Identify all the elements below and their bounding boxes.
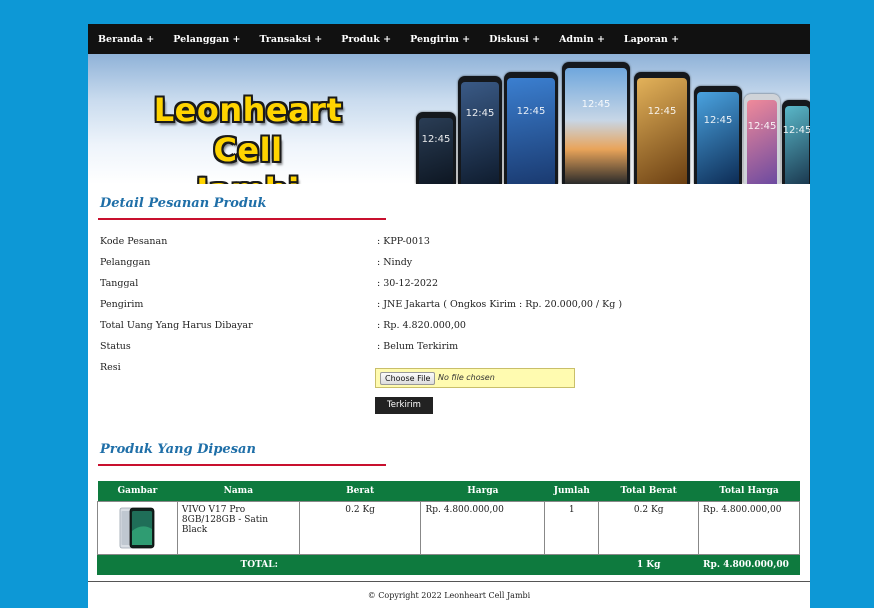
phone-image: 12:45 — [416, 112, 456, 184]
product-quantity: 1 — [544, 501, 600, 555]
detail-label: Status — [100, 341, 131, 352]
header-banner: Leonheart Cell Jambi 12:45 12:45 12:45 1… — [88, 54, 810, 184]
phone-image: 12:45 — [782, 100, 810, 184]
nav-diskusi[interactable]: Diskusi + — [489, 34, 540, 45]
resi-file-input[interactable]: Choose File No file chosen — [375, 368, 575, 388]
phone-thumbnail-icon — [120, 507, 155, 549]
col-harga: Harga — [420, 481, 545, 502]
detail-value: : Belum Terkirim — [377, 341, 459, 352]
products-section: Produk Yang Dipesan Gambar Nama Berat Ha… — [96, 442, 800, 575]
detail-label: Pelanggan — [100, 257, 151, 268]
phone-image: 12:45 — [634, 72, 690, 184]
terkirim-button[interactable]: Terkirim — [375, 397, 433, 414]
store-logo: Leonheart Cell Jambi — [128, 90, 368, 184]
detail-row-total-bayar: Total Uang Yang Harus Dibayar : Rp. 4.82… — [100, 316, 800, 336]
col-total-berat: Total Berat — [598, 481, 699, 502]
detail-row-kode: Kode Pesanan : KPP-0013 — [100, 232, 800, 252]
nav-pelanggan[interactable]: Pelanggan + — [173, 34, 240, 45]
detail-row-status: Status : Belum Terkirim — [100, 337, 800, 357]
nav-pengirim[interactable]: Pengirim + — [410, 34, 470, 45]
detail-row-pengirim: Pengirim : JNE Jakarta ( Ongkos Kirim : … — [100, 295, 800, 315]
detail-heading: Detail Pesanan Produk — [100, 196, 267, 211]
top-nav: Beranda + Pelanggan + Transaksi + Produk… — [88, 24, 810, 54]
total-spacer — [544, 554, 600, 575]
product-weight: 0.2 Kg — [298, 501, 422, 555]
table-header-row: Gambar Nama Berat Harga Jumlah Total Ber… — [97, 481, 800, 502]
col-total-harga: Total Harga — [698, 481, 800, 502]
detail-row-tanggal: Tanggal : 30-12-2022 — [100, 274, 800, 294]
choose-file-button[interactable]: Choose File — [380, 372, 436, 385]
phone-image: 12:45 — [504, 72, 558, 184]
products-table: Gambar Nama Berat Harga Jumlah Total Ber… — [96, 481, 800, 575]
product-total-weight: 0.2 Kg — [598, 501, 700, 555]
page-container: Beranda + Pelanggan + Transaksi + Produk… — [88, 24, 810, 608]
phone-image: 12:45 — [694, 86, 742, 184]
detail-value: : 30-12-2022 — [377, 278, 438, 289]
detail-label: Resi — [100, 362, 121, 373]
col-berat: Berat — [299, 481, 421, 502]
detail-value: : Rp. 4.820.000,00 — [377, 320, 466, 331]
phone-image: 12:45 — [562, 62, 630, 184]
table-row: VIVO V17 Pro 8GB/128GB - Satin Black 0.2… — [97, 501, 800, 555]
order-details: Kode Pesanan : KPP-0013 Pelanggan : Nind… — [98, 232, 800, 414]
nav-admin[interactable]: Admin + — [559, 34, 605, 45]
total-weight: 1 Kg — [598, 554, 700, 575]
total-label: TOTAL: — [96, 554, 422, 575]
nav-produk[interactable]: Produk + — [341, 34, 391, 45]
nav-laporan[interactable]: Laporan + — [624, 34, 679, 45]
detail-label: Kode Pesanan — [100, 236, 168, 247]
detail-label: Pengirim — [100, 299, 144, 310]
main-content: Detail Pesanan Produk Kode Pesanan : KPP… — [88, 184, 810, 575]
col-nama: Nama — [177, 481, 300, 502]
heading-divider — [98, 218, 386, 220]
detail-value: : JNE Jakarta ( Ongkos Kirim : Rp. 20.00… — [377, 299, 623, 310]
product-price: Rp. 4.800.000,00 — [420, 501, 546, 555]
product-image-cell — [97, 501, 178, 555]
footer: © Copyright 2022 Leonheart Cell Jambi — [88, 581, 810, 600]
phones-image: 12:45 12:45 12:45 12:45 12:45 12:45 12:4… — [416, 54, 810, 184]
total-price: Rp. 4.800.000,00 — [698, 554, 800, 575]
col-gambar: Gambar — [97, 481, 178, 502]
logo-line-2: Jambi — [128, 170, 368, 184]
product-thumbnail — [117, 505, 157, 551]
product-total-price: Rp. 4.800.000,00 — [698, 501, 800, 555]
detail-value: : KPP-0013 — [377, 236, 430, 247]
heading-divider — [98, 464, 386, 466]
phone-image: 12:45 — [744, 94, 780, 184]
detail-value: : Nindy — [377, 257, 413, 268]
total-spacer — [420, 554, 546, 575]
phone-image: 12:45 — [458, 76, 502, 184]
detail-row-pelanggan: Pelanggan : Nindy — [100, 253, 800, 273]
detail-label: Total Uang Yang Harus Dibayar — [100, 320, 253, 331]
detail-label: Tanggal — [100, 278, 139, 289]
col-jumlah: Jumlah — [544, 481, 599, 502]
nav-beranda[interactable]: Beranda + — [98, 34, 154, 45]
product-name: VIVO V17 Pro 8GB/128GB - Satin Black — [176, 501, 300, 555]
file-status-text: No file chosen — [438, 373, 495, 382]
nav-transaksi[interactable]: Transaksi + — [259, 34, 322, 45]
products-heading: Produk Yang Dipesan — [100, 442, 256, 457]
logo-line-1: Leonheart Cell — [153, 91, 343, 169]
table-total-row: TOTAL: 1 Kg Rp. 4.800.000,00 — [96, 554, 800, 575]
copyright-text: © Copyright 2022 Leonheart Cell Jambi — [367, 591, 531, 600]
